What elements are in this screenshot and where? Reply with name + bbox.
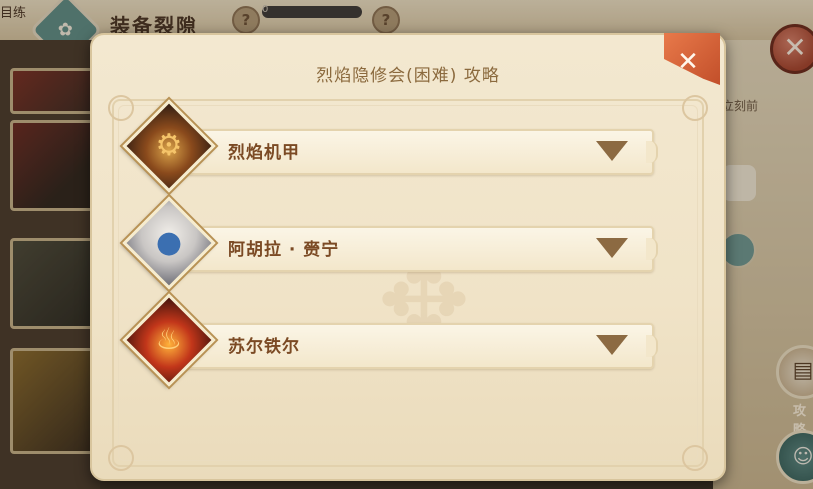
close-icon[interactable]: ✕ (674, 48, 702, 76)
boss-row-1[interactable]: ⚙ 烈焰机甲 (122, 99, 658, 194)
corner-ornament (108, 445, 134, 471)
corner-ornament (682, 95, 708, 121)
chevron-down-icon[interactable] (596, 141, 628, 161)
boss-row-2[interactable]: ● 阿胡拉 · 赍宁 (122, 196, 658, 291)
boss-name: 阿胡拉 · 赍宁 (228, 240, 340, 260)
mech-boss-icon: ⚙ (122, 99, 216, 193)
chevron-down-icon[interactable] (596, 335, 628, 355)
chevron-down-icon[interactable] (596, 238, 628, 258)
corner-ornament (682, 445, 708, 471)
white-hair-boss-icon: ● (122, 196, 216, 290)
fire-demon-boss-icon: ♨ (122, 293, 216, 387)
boss-name: 苏尔铁尔 (228, 337, 300, 357)
boss-name: 烈焰机甲 (228, 143, 300, 163)
dialog-title: 烈焰隐修会(困难) 攻略 (316, 66, 500, 86)
boss-row-3[interactable]: ♨ 苏尔铁尔 (122, 293, 658, 388)
